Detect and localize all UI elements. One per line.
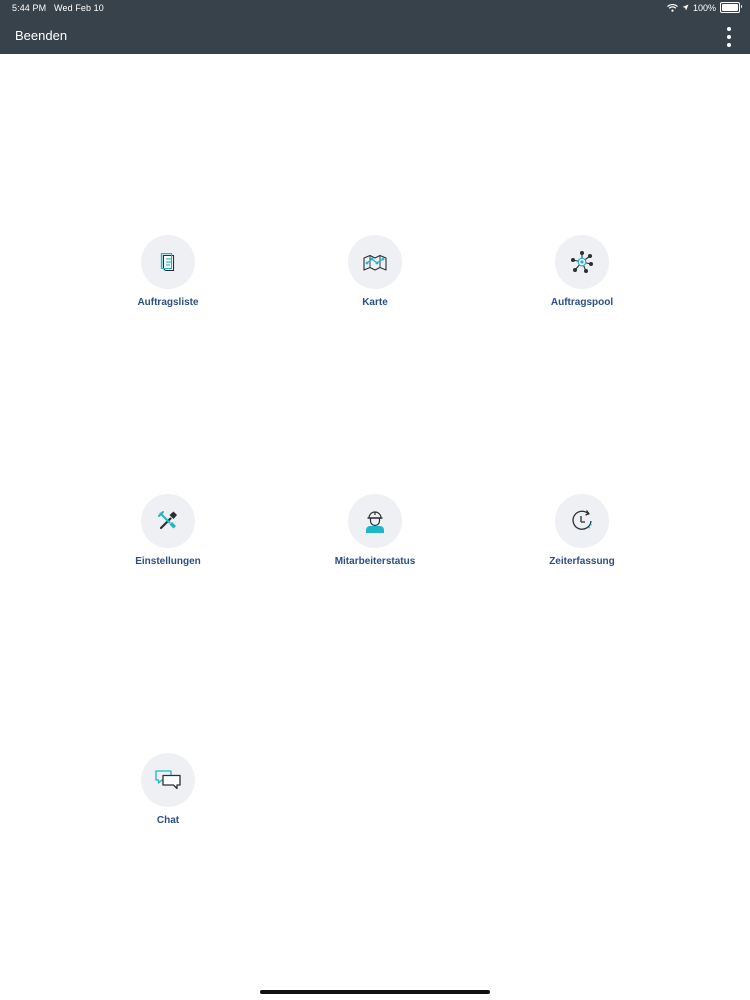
tile-icon-circle — [555, 235, 609, 289]
tile-icon-circle — [555, 494, 609, 548]
tile-label: Auftragsliste — [137, 297, 199, 308]
tools-icon — [158, 511, 177, 530]
tile-auftragspool[interactable]: Auftragspool — [502, 235, 662, 325]
tile-icon-circle — [141, 753, 195, 807]
tile-einstellungen[interactable]: Einstellungen — [88, 494, 248, 584]
clock-icon — [572, 510, 592, 530]
tile-label: Karte — [362, 297, 388, 308]
location-arrow-icon — [682, 4, 689, 11]
menu-dot — [727, 35, 731, 39]
tile-mitarbeiterstatus[interactable]: Mitarbeiterstatus — [295, 494, 455, 584]
battery-percent: 100% — [692, 2, 716, 13]
home-indicator[interactable] — [260, 990, 490, 994]
map-icon — [363, 254, 387, 271]
worker-helmet-icon — [366, 511, 384, 533]
document-list-icon — [160, 252, 175, 272]
tile-chat[interactable]: Chat — [88, 753, 248, 843]
tile-icon-circle — [141, 494, 195, 548]
battery-fill — [722, 4, 738, 11]
tile-zeiterfassung[interactable]: Zeiterfassung — [502, 494, 662, 584]
tile-label: Auftragspool — [550, 297, 614, 308]
top-bar: 5:44 PM Wed Feb 10 100% Beenden — [0, 0, 750, 54]
more-vertical-icon[interactable] — [724, 27, 734, 47]
tile-auftragsliste[interactable]: Auftragsliste — [88, 235, 248, 325]
status-time-text: 5:44 PM — [12, 3, 47, 13]
chat-bubbles-icon — [155, 770, 181, 790]
wifi-icon — [667, 3, 678, 12]
status-indicators: 100% — [667, 2, 742, 13]
battery-icon — [720, 2, 742, 13]
network-hub-icon — [571, 251, 593, 273]
tile-label: Einstellungen — [135, 556, 201, 567]
tile-label: Zeiterfassung — [549, 556, 615, 567]
tile-label: Chat — [156, 815, 180, 826]
tile-icon-circle — [348, 494, 402, 548]
status-date-text: Wed Feb 10 — [54, 3, 104, 13]
menu-dot — [727, 43, 731, 47]
tile-karte[interactable]: Karte — [295, 235, 455, 325]
tile-icon-circle — [348, 235, 402, 289]
tile-label: Mitarbeiterstatus — [334, 556, 416, 567]
tile-icon-circle — [141, 235, 195, 289]
exit-button[interactable]: Beenden — [15, 28, 67, 43]
menu-dot — [727, 27, 731, 31]
status-time: 5:44 PM Wed Feb 10 — [12, 3, 104, 13]
